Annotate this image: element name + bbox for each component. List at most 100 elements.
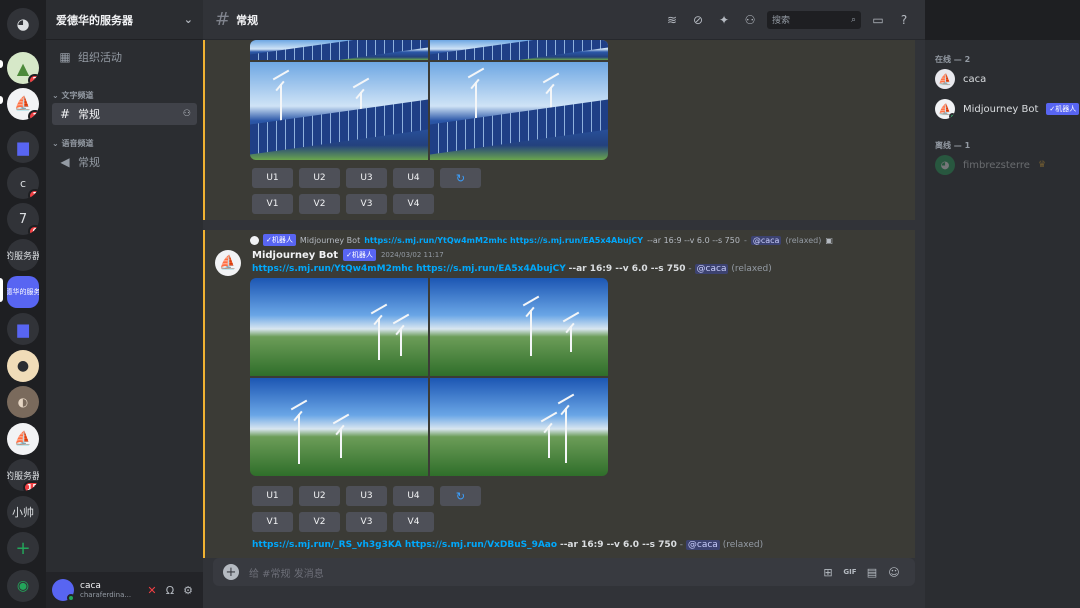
- threads-icon[interactable]: ≋: [663, 13, 681, 27]
- next-mention[interactable]: @caca: [685, 540, 720, 550]
- server-label: 的服务器: [7, 251, 39, 262]
- image-tile[interactable]: [250, 62, 428, 160]
- ref-mention[interactable]: @caca: [750, 235, 782, 245]
- upscale-button-4[interactable]: U4: [393, 486, 434, 506]
- voice-channel-general[interactable]: ◀ 常规: [52, 151, 197, 173]
- search-input[interactable]: 搜索 ⌕: [767, 10, 861, 29]
- upscale-button-1[interactable]: U1: [252, 168, 293, 188]
- reroll-icon[interactable]: ↻: [440, 168, 481, 188]
- turbine: [530, 310, 532, 356]
- image-grid-wind[interactable]: [250, 278, 608, 476]
- server-header[interactable]: 爱德华的服务器 ⌄: [46, 0, 203, 40]
- inbox-icon[interactable]: ▭: [869, 13, 887, 27]
- server-avatar-4[interactable]: ◐: [7, 386, 39, 418]
- variation-button-3[interactable]: V3: [346, 194, 387, 214]
- user-avatar[interactable]: [52, 579, 75, 602]
- variation-button-1[interactable]: V1: [252, 194, 293, 214]
- events-item[interactable]: ▦ 组织活动: [52, 46, 197, 68]
- sticker-icon[interactable]: ▤: [861, 566, 883, 579]
- author-name[interactable]: Midjourney Bot: [252, 250, 338, 261]
- upscale-button-2[interactable]: U2: [299, 168, 340, 188]
- message-current: ✓机器人 Midjourney Bot https://s.mj.run/YtQ…: [203, 230, 915, 558]
- variation-button-2[interactable]: V2: [299, 194, 340, 214]
- channel-general[interactable]: # 常规 ⚇: [52, 103, 197, 125]
- server-avatar-3[interactable]: ●: [7, 350, 39, 382]
- upscale-button-3[interactable]: U3: [346, 486, 387, 506]
- leaf-icon: ▲: [16, 58, 30, 78]
- member-fimbrezsterre[interactable]: ◕ fimbrezsterre ♛: [935, 155, 1046, 175]
- image-grid-solar[interactable]: [250, 40, 608, 160]
- member-name: caca: [963, 73, 987, 85]
- upscale-button-2[interactable]: U2: [299, 486, 340, 506]
- server-7[interactable]: 7 6: [7, 203, 39, 235]
- server-c[interactable]: c 1: [7, 167, 39, 199]
- variation-button-4[interactable]: V4: [393, 512, 434, 532]
- message-composer[interactable]: + 给 #常规 发消息 ⊞ GIF ▤ ☺: [213, 558, 915, 586]
- mic-muted-icon[interactable]: ✕: [143, 584, 161, 597]
- sailboat-icon: ⛵: [14, 96, 32, 112]
- variation-button-4[interactable]: V4: [393, 194, 434, 214]
- image-tile[interactable]: [250, 278, 428, 376]
- timestamp: 2024/03/02 11:17: [380, 251, 444, 259]
- invite-icon[interactable]: ⚇: [183, 109, 191, 119]
- server-xiaoshuai[interactable]: 小帅: [7, 496, 39, 528]
- image-tile[interactable]: [430, 378, 608, 476]
- member-list-icon[interactable]: ⚇: [741, 13, 759, 27]
- pin-icon[interactable]: ✦: [715, 13, 733, 27]
- discord-home-icon[interactable]: ◕: [7, 8, 39, 40]
- content-mention[interactable]: @caca: [694, 264, 729, 274]
- image-tile[interactable]: [430, 62, 608, 160]
- upscale-button-3[interactable]: U3: [346, 168, 387, 188]
- server-label: 德华的服务: [7, 288, 39, 296]
- help-icon[interactable]: ?: [895, 13, 913, 27]
- variation-button-3[interactable]: V3: [346, 512, 387, 532]
- search-placeholder: 搜索: [772, 16, 791, 26]
- turbine: [400, 328, 402, 356]
- voice-category[interactable]: ⌄ 语音频道: [52, 138, 94, 149]
- content-separator: -: [688, 264, 692, 274]
- unread-pill: [0, 96, 3, 104]
- server-avatar-5[interactable]: ⛵: [7, 423, 39, 455]
- variation-button-2[interactable]: V2: [299, 512, 340, 532]
- image-tile[interactable]: [430, 278, 608, 376]
- variation-button-1[interactable]: V1: [252, 512, 293, 532]
- ref-links[interactable]: https://s.mj.run/YtQw4mM2mhc https://s.m…: [364, 236, 643, 245]
- server-named-1[interactable]: 的服务器: [7, 239, 39, 271]
- upscale-button-4[interactable]: U4: [393, 168, 434, 188]
- add-server-icon[interactable]: +: [7, 532, 39, 564]
- gif-icon[interactable]: GIF: [839, 568, 861, 576]
- folder-icon[interactable]: ▆: [7, 313, 39, 345]
- gear-icon[interactable]: ⚙: [179, 584, 197, 597]
- user-names[interactable]: caca charaferdina...: [80, 581, 143, 599]
- next-links[interactable]: https://s.mj.run/_RS_vh3g3KA https://s.m…: [252, 540, 557, 550]
- server-avatar-1[interactable]: ▲ 2: [7, 52, 39, 84]
- server-active[interactable]: 德华的服务: [7, 276, 39, 308]
- upscale-button-1[interactable]: U1: [252, 486, 293, 506]
- image-tile[interactable]: [430, 40, 608, 60]
- sailboat-icon: ⛵: [219, 255, 237, 271]
- emoji-icon[interactable]: ☺: [883, 566, 905, 579]
- headphones-icon[interactable]: Ω: [161, 584, 179, 597]
- sailboat-icon: ⛵: [938, 72, 952, 86]
- reply-reference[interactable]: ✓机器人 Midjourney Bot https://s.mj.run/YtQ…: [250, 234, 833, 246]
- composer-placeholder[interactable]: 给 #常规 发消息: [249, 565, 817, 580]
- notification-muted-icon[interactable]: ⊘: [689, 13, 707, 27]
- content-links[interactable]: https://s.mj.run/YtQw4mM2mhc https://s.m…: [252, 264, 566, 274]
- text-category[interactable]: ⌄ 文字频道: [52, 90, 94, 101]
- reroll-icon[interactable]: ↻: [440, 486, 481, 506]
- hashtag-icon: #: [215, 9, 231, 30]
- add-attachment-icon[interactable]: +: [223, 564, 239, 580]
- gift-icon[interactable]: ⊞: [817, 566, 839, 579]
- server-named-2[interactable]: 的服务器 15: [7, 459, 39, 491]
- mention-badge: 2: [28, 74, 39, 84]
- hashtag-icon: #: [59, 107, 71, 121]
- image-tile[interactable]: [250, 40, 428, 60]
- server-avatar-2[interactable]: ⛵ 1: [7, 88, 39, 120]
- bot-tag: ✓机器人: [1046, 103, 1080, 115]
- folder-icon[interactable]: ▆: [7, 131, 39, 163]
- member-caca[interactable]: ⛵ caca: [935, 69, 986, 89]
- image-tile[interactable]: [250, 378, 428, 476]
- discover-icon[interactable]: ◉: [7, 570, 39, 602]
- bot-avatar[interactable]: ⛵: [215, 250, 241, 276]
- member-midjourney-bot[interactable]: ⛵ Midjourney Bot ✓机器人: [935, 99, 1080, 119]
